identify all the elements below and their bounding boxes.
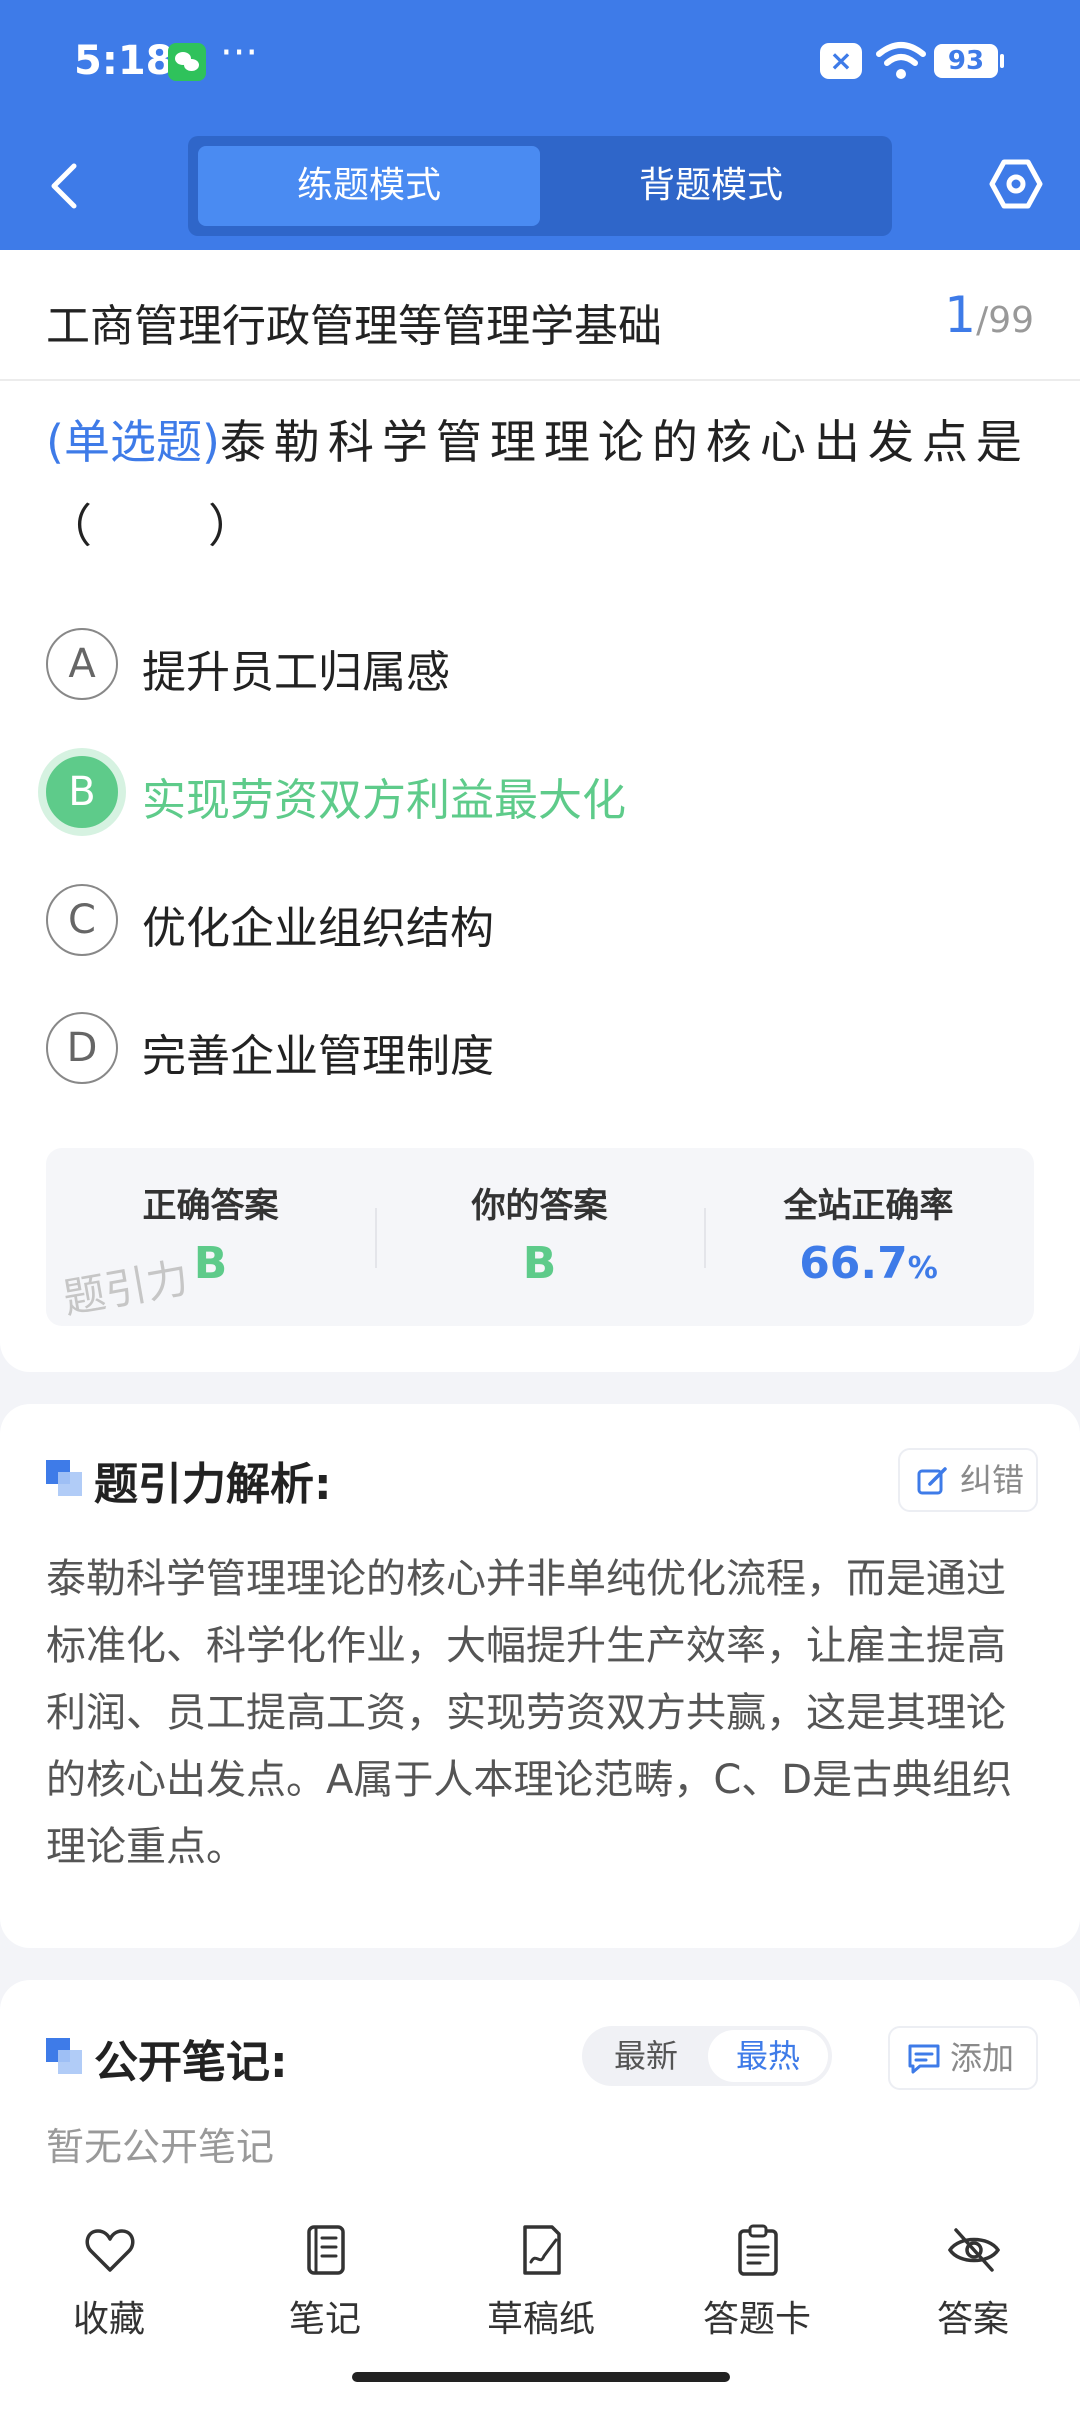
nav-scratchpad[interactable]: 草稿纸 bbox=[456, 2222, 626, 2362]
question-counter: 1/99 bbox=[944, 286, 1034, 344]
divider bbox=[0, 379, 1080, 381]
analysis-title: 题引力解析: bbox=[94, 1459, 332, 1510]
tab-practice-mode[interactable]: 练题模式 bbox=[198, 146, 540, 226]
nav-answer-sheet[interactable]: 答题卡 bbox=[672, 2222, 842, 2362]
option-letter: A bbox=[46, 628, 118, 700]
status-time: 5:18 bbox=[74, 38, 174, 84]
more-notifications-icon: ··· bbox=[220, 30, 259, 76]
section-block-icon bbox=[46, 2038, 82, 2074]
option-text: 实现劳资双方利益最大化 bbox=[142, 775, 626, 826]
stat-label: 你的答案 bbox=[471, 1186, 608, 1226]
option-c[interactable]: C 优化企业组织结构 bbox=[46, 884, 1026, 956]
nav-label: 草稿纸 bbox=[486, 2299, 595, 2340]
question-text: (单选题)泰勒科学管理理论的核心出发点是（ ） bbox=[46, 400, 1036, 568]
back-arrow-icon[interactable] bbox=[40, 158, 90, 214]
eye-off-icon bbox=[947, 2228, 1001, 2272]
wechat-icon bbox=[168, 43, 206, 81]
option-a[interactable]: A 提升员工归属感 bbox=[46, 628, 1026, 700]
analysis-text: 泰勒科学管理理论的核心并非单纯优化流程，而是通过标准化、科学化作业，大幅提升生产… bbox=[46, 1556, 1013, 1870]
scratchpad-icon bbox=[523, 2225, 561, 2275]
nav-label: 答题卡 bbox=[702, 2299, 811, 2340]
sort-newest[interactable]: 最新 bbox=[586, 2030, 706, 2082]
mode-switch: 练题模式 背题模式 bbox=[188, 136, 892, 236]
empty-notes-text: 暂无公开笔记 bbox=[46, 2125, 275, 2169]
option-b[interactable]: B 实现劳资双方利益最大化 bbox=[46, 756, 1026, 828]
answer-stats: 正确答案 B 你的答案 B 全站正确率 66.7% bbox=[46, 1148, 1034, 1326]
section-block-icon bbox=[46, 1460, 82, 1496]
stat-value: B bbox=[522, 1238, 557, 1289]
heart-icon bbox=[85, 2229, 135, 2272]
sort-hottest[interactable]: 最热 bbox=[708, 2030, 828, 2082]
add-note-button[interactable]: 添加 bbox=[888, 2026, 1038, 2090]
stat-value: 66.7% bbox=[704, 1238, 1033, 1289]
option-text: 优化企业组织结构 bbox=[142, 903, 494, 954]
notes-sort-toggle: 最新 最热 bbox=[582, 2026, 832, 2086]
nav-label: 答案 bbox=[936, 2299, 1009, 2340]
option-text: 完善企业管理制度 bbox=[142, 1031, 494, 1082]
clipboard-icon bbox=[738, 2224, 778, 2276]
report-error-button[interactable]: 纠错 bbox=[898, 1448, 1038, 1512]
nav-label: 收藏 bbox=[72, 2299, 145, 2340]
option-d[interactable]: D 完善企业管理制度 bbox=[46, 1012, 1026, 1084]
wifi-icon bbox=[876, 42, 926, 79]
notebook-icon bbox=[307, 2225, 345, 2275]
nav-notes[interactable]: 笔记 bbox=[240, 2222, 410, 2362]
settings-hexagon-icon[interactable] bbox=[988, 156, 1044, 212]
stat-label: 全站正确率 bbox=[783, 1186, 954, 1226]
option-letter: C bbox=[46, 884, 118, 956]
option-letter: B bbox=[46, 756, 118, 828]
rate-unit: % bbox=[907, 1251, 938, 1286]
question-type: (单选题) bbox=[46, 415, 220, 469]
bottom-nav: 收藏 笔记 草稿纸 答题卡 答案 bbox=[0, 2200, 1080, 2400]
option-text: 提升员工归属感 bbox=[142, 647, 450, 698]
stat-your-answer: 你的答案 B bbox=[375, 1148, 704, 1326]
battery-icon: 93 bbox=[934, 44, 1004, 78]
comment-icon bbox=[908, 2044, 940, 2074]
report-error-label: 纠错 bbox=[960, 1461, 1025, 1499]
notes-title: 公开笔记: bbox=[94, 2037, 288, 2088]
current-question-number: 1 bbox=[944, 286, 977, 344]
notification-x-icon: × bbox=[820, 43, 862, 79]
option-letter: D bbox=[46, 1012, 118, 1084]
nav-label: 笔记 bbox=[288, 2299, 361, 2340]
add-note-label: 添加 bbox=[950, 2039, 1015, 2077]
home-indicator[interactable] bbox=[352, 2372, 730, 2382]
app-header: 5:18 ··· × 93 练题模式 背题模式 bbox=[0, 0, 1080, 250]
rate-number: 66.7 bbox=[799, 1238, 908, 1289]
subject-title: 工商管理行政管理等管理学基础 bbox=[46, 301, 662, 352]
tab-memorize-mode[interactable]: 背题模式 bbox=[540, 146, 882, 226]
stat-label: 正确答案 bbox=[142, 1186, 279, 1226]
edit-icon bbox=[917, 1467, 947, 1495]
total-questions: /99 bbox=[976, 300, 1034, 341]
nav-favorite[interactable]: 收藏 bbox=[24, 2222, 194, 2362]
nav-answer-toggle[interactable]: 答案 bbox=[888, 2222, 1058, 2362]
stat-accuracy-rate: 全站正确率 66.7% bbox=[704, 1148, 1033, 1326]
